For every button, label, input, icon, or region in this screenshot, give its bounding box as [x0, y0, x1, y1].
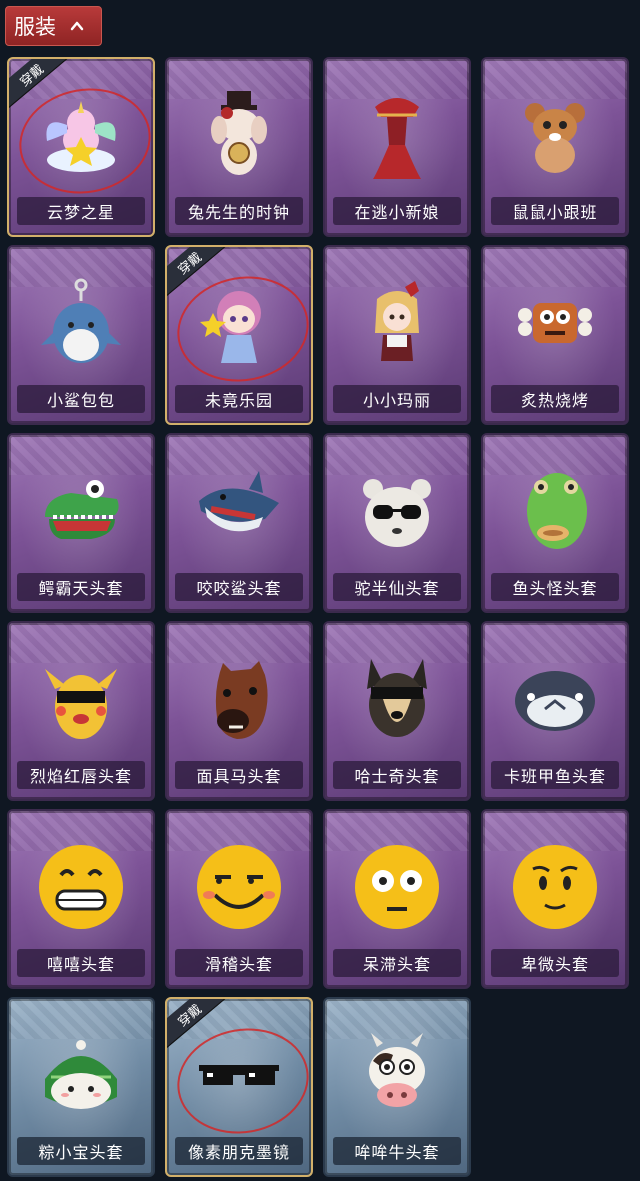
whale-head-icon: [515, 671, 595, 731]
bbq-meat-icon: [518, 303, 592, 343]
costume-category-tab[interactable]: 服装: [5, 6, 102, 46]
humble-emoji-icon: [513, 845, 597, 929]
costume-name: 哞哞牛头套: [333, 1137, 461, 1165]
costume-name: 驼半仙头套: [333, 573, 461, 601]
costume-card[interactable]: 鼠鼠小跟班: [481, 57, 629, 237]
costume-art: [9, 643, 153, 755]
chevron-up-icon: [70, 21, 84, 31]
costume-art: [483, 79, 627, 191]
costume-art: [483, 831, 627, 943]
costume-name: 兔先生的时钟: [175, 197, 303, 225]
costume-art: [325, 267, 469, 379]
costume-card[interactable]: 呆滞头套: [323, 809, 471, 989]
shark-bag-icon: [41, 278, 121, 363]
costume-card[interactable]: 穿戴 像素朋克墨镜: [165, 997, 313, 1177]
costume-name: 鳄霸天头套: [17, 573, 145, 601]
costume-card[interactable]: 炙热烧烤: [481, 245, 629, 425]
costume-card[interactable]: 驼半仙头套: [323, 433, 471, 613]
costume-card[interactable]: 穿戴 未竟乐园: [165, 245, 313, 425]
costume-card[interactable]: 粽小宝头套: [7, 997, 155, 1177]
costume-name: 嘻嘻头套: [17, 949, 145, 977]
costume-name: 呆滞头套: [333, 949, 461, 977]
costume-art: [167, 455, 311, 567]
costume-card[interactable]: 卡班甲鱼头套: [481, 621, 629, 801]
costume-name: 粽小宝头套: [17, 1137, 145, 1165]
costume-name: 炙热烧烤: [491, 385, 619, 413]
costume-name: 云梦之星: [17, 197, 145, 225]
mary-doll-icon: [375, 281, 419, 361]
costume-card[interactable]: 卑微头套: [481, 809, 629, 989]
costume-name: 滑稽头套: [175, 949, 303, 977]
grin-emoji-icon: [39, 845, 123, 929]
costume-card[interactable]: 嘻嘻头套: [7, 809, 155, 989]
costume-art: [483, 643, 627, 755]
bride-dress-icon: [373, 98, 421, 179]
costume-art: [483, 267, 627, 379]
horse-head-icon: [215, 661, 268, 739]
costume-name: 未竟乐园: [175, 385, 303, 413]
zongzi-head-icon: [45, 1040, 117, 1109]
category-title: 服装: [14, 15, 56, 39]
costume-art: [325, 455, 469, 567]
costume-card[interactable]: 在逃小新娘: [323, 57, 471, 237]
costume-name: 在逃小新娘: [333, 197, 461, 225]
costume-card[interactable]: 烈焰红唇头套: [7, 621, 155, 801]
costume-name: 卑微头套: [491, 949, 619, 977]
costume-art: [325, 79, 469, 191]
costume-art: [167, 79, 311, 191]
costume-art: [9, 267, 153, 379]
mouse-follower-icon: [525, 103, 585, 173]
costume-card[interactable]: 咬咬鲨头套: [165, 433, 313, 613]
costume-name: 小鲨包包: [17, 385, 145, 413]
costume-name: 咬咬鲨头套: [175, 573, 303, 601]
costume-art: [325, 831, 469, 943]
costume-name: 面具马头套: [175, 761, 303, 789]
costume-card[interactable]: 穿戴 云梦之星: [7, 57, 155, 237]
panda-head-icon: [363, 479, 431, 547]
costume-name: 像素朋克墨镜: [175, 1137, 303, 1165]
costume-name: 鼠鼠小跟班: [491, 197, 619, 225]
cow-head-icon: [369, 1033, 425, 1107]
costume-name: 哈士奇头套: [333, 761, 461, 789]
costume-card[interactable]: 鱼头怪头套: [481, 433, 629, 613]
yellow-mascot-head-icon: [45, 669, 117, 739]
costume-card[interactable]: 兔先生的时钟: [165, 57, 313, 237]
costume-card[interactable]: 小鲨包包: [7, 245, 155, 425]
costume-art: [167, 831, 311, 943]
funny-emoji-icon: [197, 845, 281, 929]
costume-name: 鱼头怪头套: [491, 573, 619, 601]
costume-name: 烈焰红唇头套: [17, 761, 145, 789]
crocodile-head-icon: [45, 480, 119, 539]
rabbit-clock-icon: [211, 91, 267, 175]
costume-art: [325, 643, 469, 755]
costume-card[interactable]: 哞哞牛头套: [323, 997, 471, 1177]
costume-card[interactable]: 鳄霸天头套: [7, 433, 155, 613]
costume-card[interactable]: 滑稽头套: [165, 809, 313, 989]
costume-art: [167, 643, 311, 755]
costume-art: [9, 455, 153, 567]
costume-art: [9, 1019, 153, 1131]
costume-card[interactable]: 小小玛丽: [323, 245, 471, 425]
costume-card[interactable]: 哈士奇头套: [323, 621, 471, 801]
costume-art: [325, 1019, 469, 1131]
fish-head-icon: [527, 473, 587, 549]
dazed-emoji-icon: [355, 845, 439, 929]
costume-name: 小小玛丽: [333, 385, 461, 413]
costume-art: [9, 831, 153, 943]
costume-art: [483, 455, 627, 567]
husky-head-icon: [367, 659, 427, 737]
costume-card[interactable]: 面具马头套: [165, 621, 313, 801]
shark-head-icon: [199, 471, 279, 532]
costume-name: 卡班甲鱼头套: [491, 761, 619, 789]
